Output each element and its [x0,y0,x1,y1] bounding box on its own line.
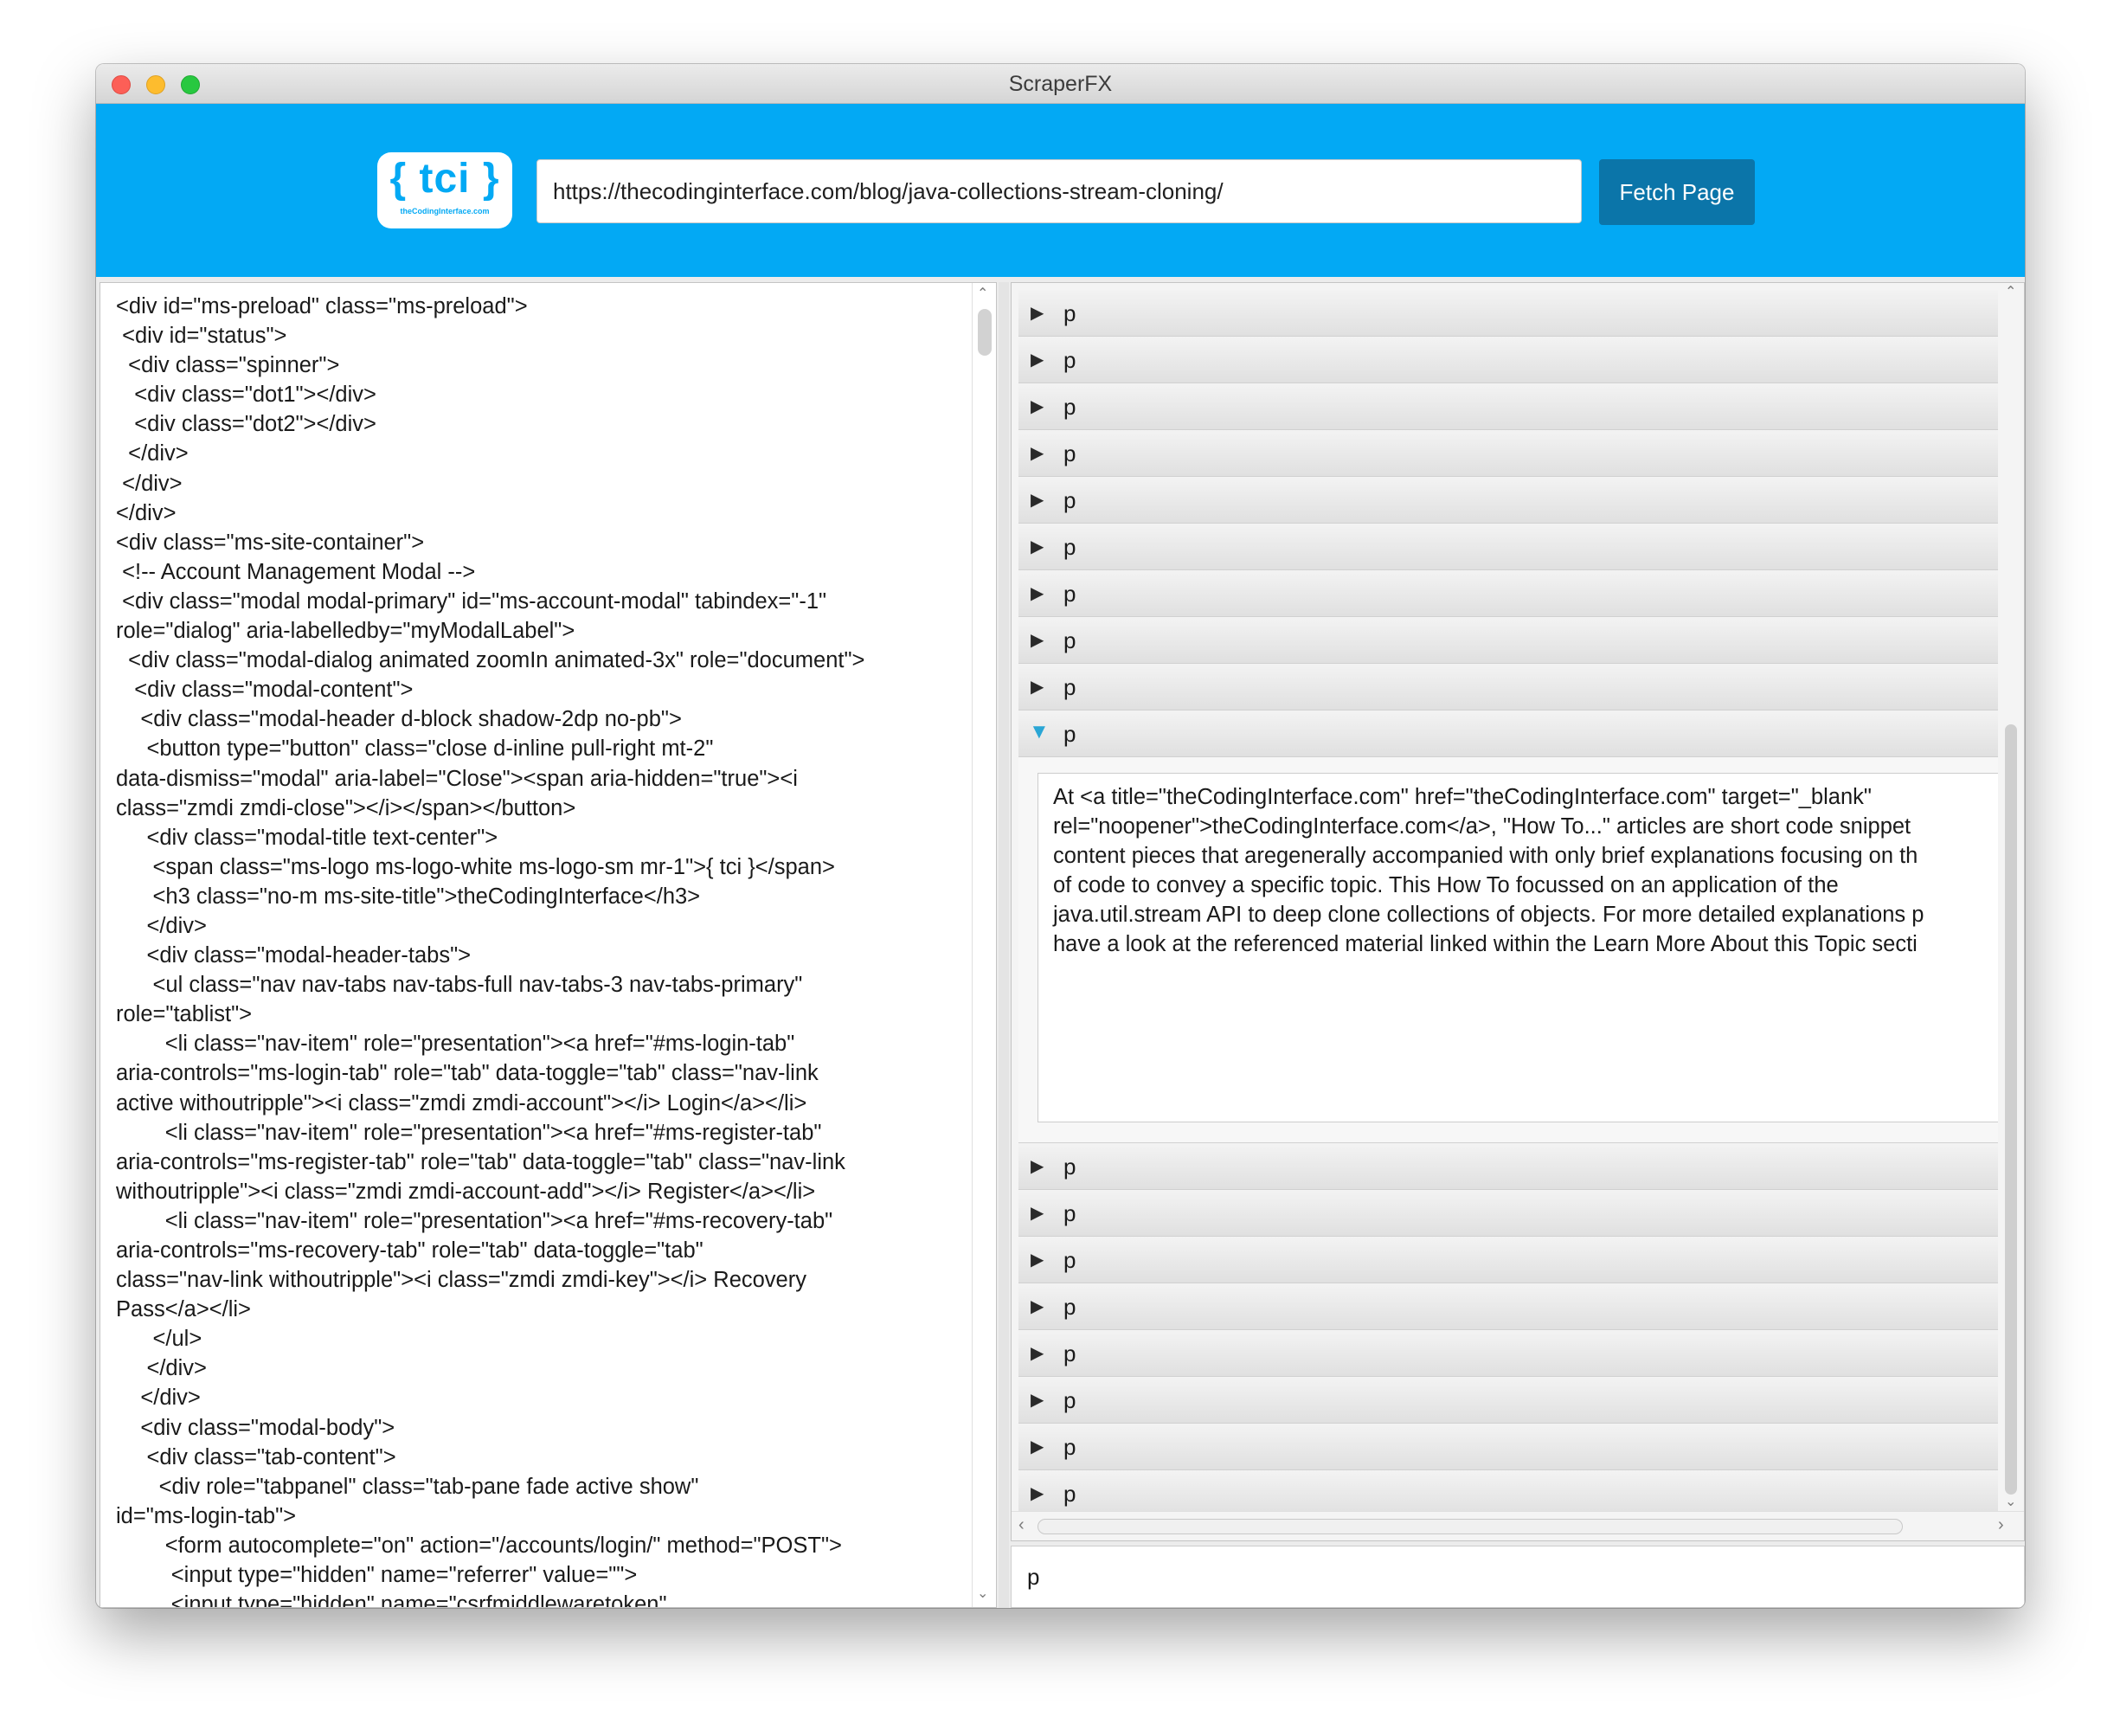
tree-row-label: p [1063,1154,1076,1180]
tree-row-label: p [1063,1294,1076,1320]
header-bar: { tci } theCodingInterface.com Fetch Pag… [96,104,2025,277]
window-title: ScraperFX [1008,72,1113,96]
tree-row-label: p [1063,721,1076,747]
app-window: ScraperFX { tci } theCodingInterface.com… [96,64,2025,1608]
source-scroll-thumb[interactable] [978,309,992,356]
disclosure-collapsed-icon[interactable]: ▶ [1031,676,1044,698]
disclosure-collapsed-icon[interactable]: ▶ [1031,442,1044,465]
html-source-pane[interactable]: <div id="ms-preload" class="ms-preload">… [100,282,997,1608]
tree-row[interactable]: ▶ p [1018,477,2001,524]
tree-row-label: p [1063,627,1076,653]
split-pane-divider[interactable] [999,282,1009,1608]
element-tree-pane[interactable]: ▶ p ▶ p ▶ p ▶ p ▶ p ▶ p ▶ p ▶ p ▶ p ▼ p At <a title="theCodi… [1011,282,2025,1541]
tree-horizontal-thumb[interactable] [1038,1519,1903,1534]
scroll-left-icon[interactable]: ‹ [1018,1516,1025,1533]
tree-vertical-scrollbar[interactable]: ⌃ ⌄ [1998,283,2024,1512]
disclosure-collapsed-icon[interactable]: ▶ [1031,1482,1044,1505]
disclosure-collapsed-icon[interactable]: ▶ [1031,1296,1044,1318]
disclosure-collapsed-icon[interactable]: ▶ [1031,582,1044,605]
tci-logo: { tci } theCodingInterface.com [377,152,512,228]
tree-row-label: p [1063,674,1076,700]
tree-row-label: p [1063,1387,1076,1413]
fetch-page-button[interactable]: Fetch Page [1599,159,1755,225]
tree-row-label: p [1063,581,1076,607]
tree-row-label: p [1063,1200,1076,1226]
element-tree-list: ▶ p ▶ p ▶ p ▶ p ▶ p ▶ p ▶ p ▶ p ▶ p ▼ p At <a title="theCodi… [1018,290,2015,1517]
tree-row[interactable]: ▶ p [1018,1283,2001,1330]
tree-horizontal-scrollbar[interactable]: ‹ › [1012,1511,2024,1540]
tree-row[interactable]: ▶ p [1018,1190,2001,1237]
tree-row[interactable]: ▶ p [1018,1470,2001,1517]
tree-row[interactable]: ▶ p [1018,664,2001,710]
disclosure-collapsed-icon[interactable]: ▶ [1031,349,1044,371]
node-text-content: At <a title="theCodingInterface.com" hre… [1053,785,1924,956]
html-source-text: <div id="ms-preload" class="ms-preload">… [116,294,865,1608]
disclosure-collapsed-icon[interactable]: ▶ [1031,1436,1044,1458]
disclosure-collapsed-icon[interactable]: ▶ [1031,629,1044,652]
logo-main-text: { tci } [389,156,500,202]
tree-row[interactable]: ▶ p [1018,337,2001,383]
tree-row[interactable]: ▶ p [1018,617,2001,664]
node-text-area[interactable]: At <a title="theCodingInterface.com" hre… [1038,773,2015,1122]
tree-row[interactable]: ▶ p [1018,383,2001,430]
scroll-right-icon[interactable]: › [1998,1516,2004,1533]
logo-sub-text: theCodingInterface.com [400,207,490,215]
disclosure-collapsed-icon[interactable]: ▶ [1031,489,1044,511]
url-input[interactable] [536,159,1582,223]
tree-row[interactable]: ▶ p [1018,1237,2001,1283]
selected-element-field[interactable]: p [1011,1546,2025,1608]
disclosure-collapsed-icon[interactable]: ▶ [1031,1342,1044,1365]
tree-row[interactable]: ▶ p [1018,1330,2001,1377]
scroll-up-icon[interactable]: ⌃ [977,286,988,302]
tree-row[interactable]: ▶ p [1018,1143,2001,1190]
tree-scroll-thumb[interactable] [2005,724,2017,1495]
tree-row-label: p [1063,1247,1076,1273]
tree-row-label: p [1063,1481,1076,1507]
tree-row[interactable]: ▶ p [1018,430,2001,477]
disclosure-collapsed-icon[interactable]: ▶ [1031,302,1044,325]
disclosure-collapsed-icon[interactable]: ▶ [1031,1155,1044,1178]
scroll-down-icon[interactable]: ⌄ [2005,1495,2016,1510]
tree-row[interactable]: ▶ p [1018,570,2001,617]
tree-row-label: p [1063,534,1076,560]
tree-row-label: p [1063,440,1076,466]
tree-row-label: p [1063,1434,1076,1460]
scroll-up-icon[interactable]: ⌃ [2005,285,2016,300]
disclosure-collapsed-icon[interactable]: ▶ [1031,536,1044,558]
tree-row[interactable]: ▶ p [1018,1424,2001,1470]
tree-row[interactable]: ▶ p [1018,1377,2001,1424]
tree-row-label: p [1063,1341,1076,1366]
disclosure-collapsed-icon[interactable]: ▶ [1031,395,1044,418]
tree-row-label: p [1063,347,1076,373]
title-bar: ScraperFX [96,64,2025,104]
scroll-down-icon[interactable]: ⌄ [977,1586,988,1602]
disclosure-collapsed-icon[interactable]: ▶ [1031,1389,1044,1411]
tree-row-label: p [1063,300,1076,326]
tree-row[interactable]: ▶ p [1018,524,2001,570]
tree-row[interactable]: ▶ p [1018,290,2001,337]
tree-row-label: p [1063,394,1076,420]
expanded-node-body: At <a title="theCodingInterface.com" hre… [1018,757,2015,1143]
tree-row-label: p [1063,487,1076,513]
disclosure-collapsed-icon[interactable]: ▶ [1031,1249,1044,1271]
disclosure-collapsed-icon[interactable]: ▶ [1031,1202,1044,1225]
disclosure-expanded-icon[interactable]: ▼ [1029,721,1050,743]
tree-row-expanded[interactable]: ▼ p [1018,710,2001,757]
source-vertical-scrollbar[interactable]: ⌃ ⌄ [972,283,996,1607]
